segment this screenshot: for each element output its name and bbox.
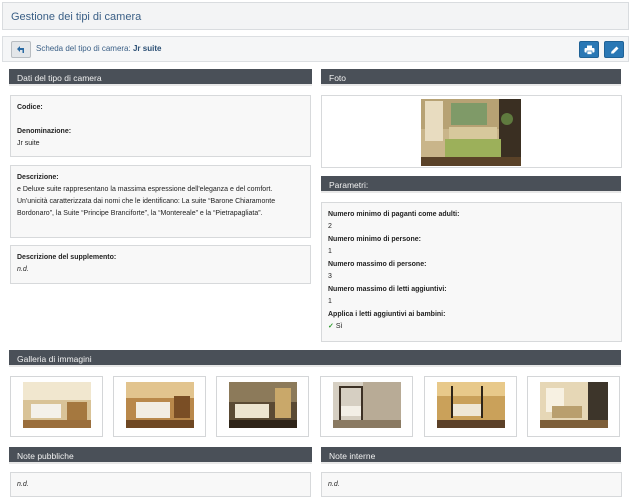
pencil-icon [611, 46, 619, 54]
description-value: e Deluxe suite rappresentano la massima … [17, 186, 276, 217]
description-box: Descrizione: e Deluxe suite rappresentan… [10, 165, 311, 238]
internal-notes-box: n.d. [321, 472, 622, 497]
parameter-value-row: ✓ Sì [328, 321, 615, 333]
gallery-thumbnail[interactable] [10, 376, 103, 437]
parameter-label: Applica i letti aggiuntivi ai bambini: [328, 311, 446, 318]
parameters-box: Numero minimo di paganti come adulti: 2 … [321, 202, 622, 342]
page-title: Gestione dei tipi di camera [11, 11, 142, 23]
parameter-value: Sì [335, 323, 343, 330]
checkmark-icon: ✓ [328, 323, 334, 330]
gallery-thumbnail[interactable] [320, 376, 413, 437]
internal-notes-value: n.d. [328, 481, 340, 488]
gallery-thumbnail[interactable] [527, 376, 620, 437]
gallery-image [540, 382, 608, 428]
parameter-label: Numero massimo di persone: [328, 261, 427, 268]
parameter-label: Numero massimo di letti aggiuntivi: [328, 286, 447, 293]
room-data-header: Dati del tipo di camera [9, 69, 312, 86]
record-title-name: Jr suite [132, 44, 162, 53]
parameter-label: Numero minimo di paganti come adulti: [328, 211, 460, 218]
parameter-value: 1 [328, 248, 332, 255]
name-label: Denominazione: [17, 128, 72, 135]
public-notes-value: n.d. [17, 481, 29, 488]
gallery-thumbnail[interactable] [424, 376, 517, 437]
internal-notes-header: Note interne [321, 447, 621, 464]
parameter-item: Numero massimo di letti aggiuntivi: 1 [328, 284, 615, 308]
edit-button[interactable] [604, 41, 624, 58]
room-identity-box: Codice: Denominazione: Jr suite [10, 95, 311, 157]
back-arrow-icon [17, 46, 24, 53]
supplement-value: n.d. [17, 266, 29, 273]
parameter-value: 1 [328, 298, 332, 305]
record-toolbar: Scheda del tipo di camera: Jr suite [2, 36, 629, 62]
gallery-image [333, 382, 401, 428]
parameter-value: 2 [328, 223, 332, 230]
back-button[interactable] [11, 41, 31, 58]
page-header: Gestione dei tipi di camera [2, 2, 629, 30]
parameter-label: Numero minimo di persone: [328, 236, 421, 243]
photo-header: Foto [321, 69, 621, 86]
gallery-header: Galleria di immagini [9, 350, 621, 367]
printer-icon [584, 45, 595, 55]
room-photo[interactable] [421, 99, 521, 166]
record-title-label: Scheda del tipo di camera: [36, 44, 131, 53]
code-value [17, 114, 304, 126]
description-label: Descrizione: [17, 174, 59, 181]
parameter-item: Numero minimo di persone: 1 [328, 234, 615, 258]
gallery-thumbnail[interactable] [216, 376, 309, 437]
parameter-value: 3 [328, 273, 332, 280]
photo-box [321, 95, 622, 168]
public-notes-box: n.d. [10, 472, 311, 497]
public-notes-header: Note pubbliche [9, 447, 312, 464]
supplement-box: Descrizione del supplemento: n.d. [10, 245, 311, 284]
gallery-thumbnail[interactable] [113, 376, 206, 437]
record-title: Scheda del tipo di camera: Jr suite [36, 44, 161, 53]
gallery-image [437, 382, 505, 428]
code-label: Codice: [17, 104, 43, 111]
parameter-item: Applica i letti aggiuntivi ai bambini: ✓… [328, 309, 615, 333]
name-value: Jr suite [17, 140, 40, 147]
parameter-item: Numero minimo di paganti come adulti: 2 [328, 209, 615, 233]
supplement-label: Descrizione del supplemento: [17, 254, 117, 261]
parameters-header: Parametri: [321, 176, 621, 193]
parameter-item: Numero massimo di persone: 3 [328, 259, 615, 283]
gallery-image [23, 382, 91, 428]
gallery-image [229, 382, 297, 428]
gallery-image [126, 382, 194, 428]
print-button[interactable] [579, 41, 599, 58]
